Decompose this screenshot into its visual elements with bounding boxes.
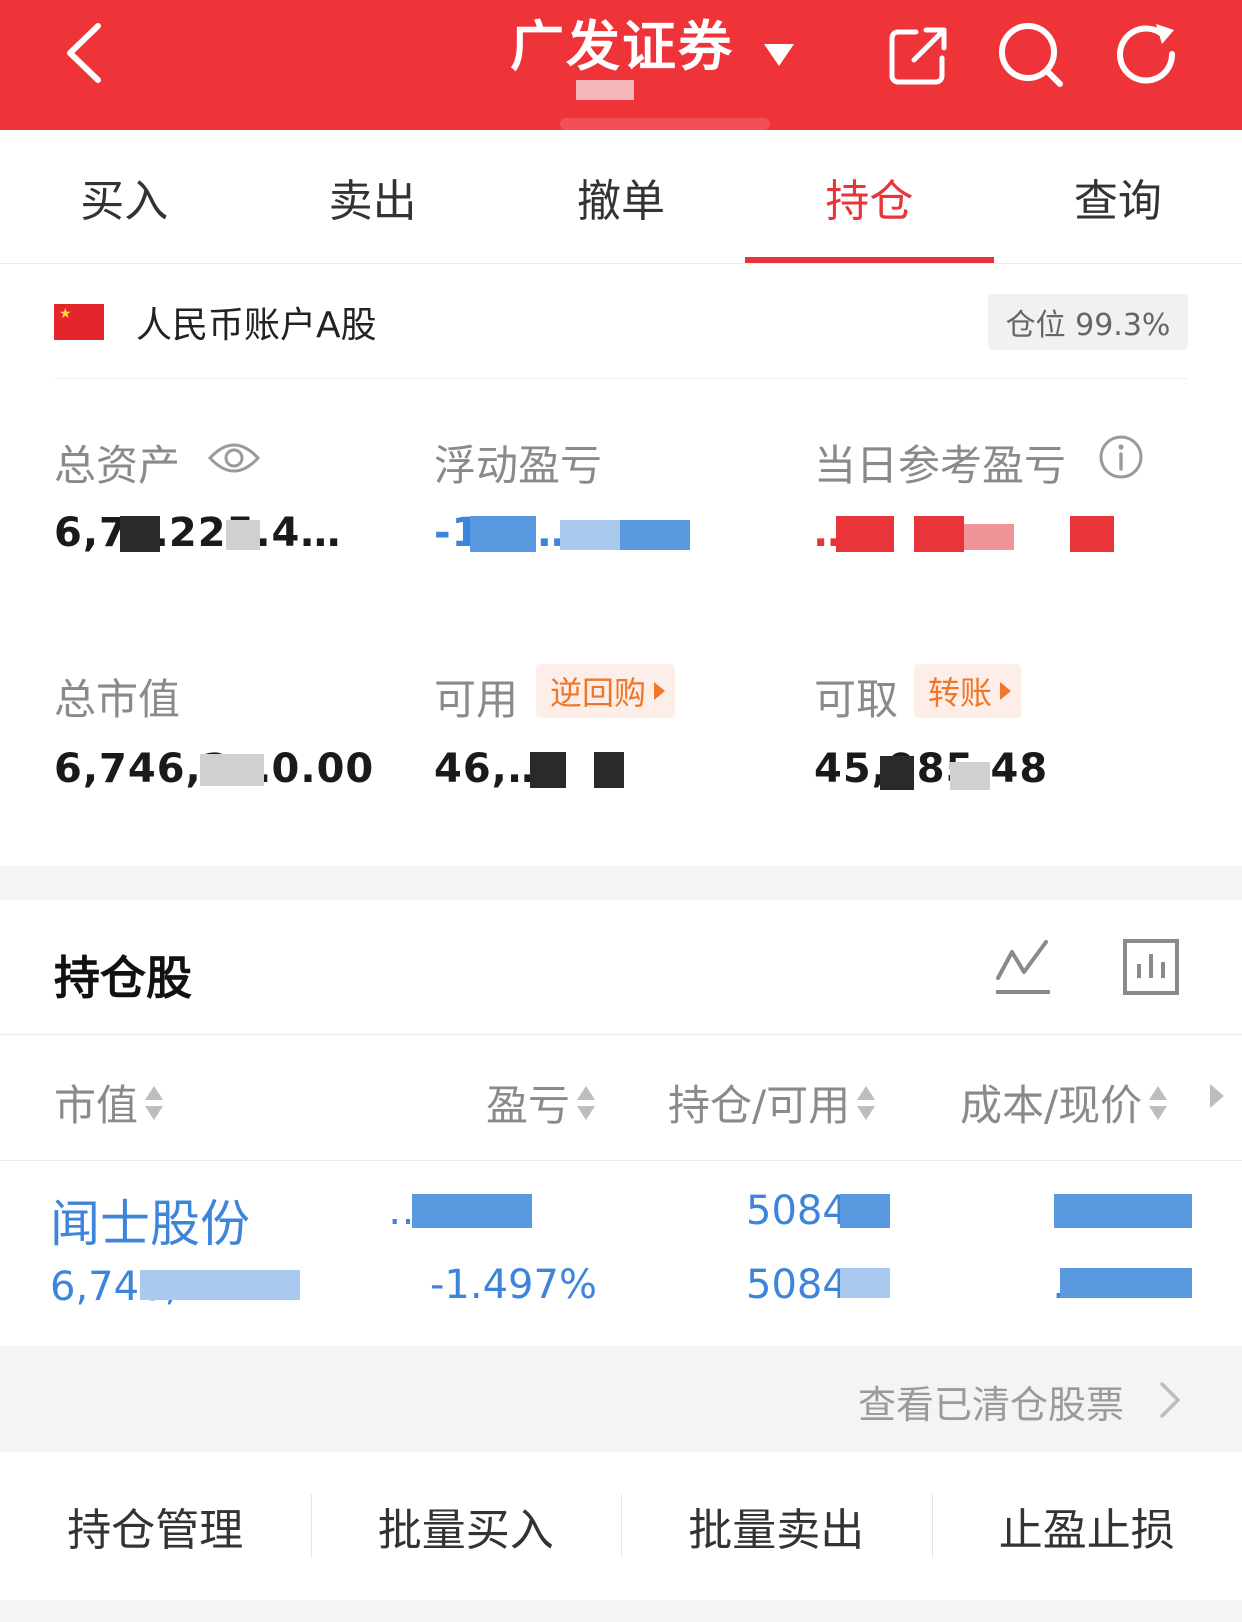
masked-digits — [840, 1194, 890, 1228]
total-assets-value: 6,7…225.4… — [54, 510, 342, 556]
holdings-title: 持仓股 — [54, 951, 192, 1005]
masked-digits — [880, 756, 914, 790]
bar-chart-icon[interactable] — [1122, 938, 1180, 996]
chevron-left-icon[interactable] — [56, 18, 126, 88]
position-management-button[interactable]: 持仓管理 — [0, 1452, 311, 1600]
account-subtitle-masked — [576, 80, 634, 100]
trade-tabs: 买入 卖出 撤单 持仓 查询 — [0, 130, 1242, 264]
take-profit-stop-loss-button[interactable]: 止盈止损 — [931, 1452, 1242, 1600]
bottom-action-bar: 持仓管理 批量买入 批量卖出 止盈止损 — [0, 1452, 1242, 1600]
transfer-label: 转账 — [928, 674, 993, 712]
sort-icon — [857, 1085, 876, 1120]
reverse-repo-label: 逆回购 — [550, 674, 647, 712]
masked-digits — [950, 762, 990, 790]
eye-icon[interactable] — [208, 438, 260, 478]
column-label: 市值 — [54, 1081, 139, 1130]
trend-icon[interactable] — [994, 938, 1052, 996]
masked-digits — [964, 524, 1014, 550]
china-flag-icon: ★ — [54, 304, 104, 340]
masked-digits — [1070, 516, 1114, 552]
column-label: 成本/现价 — [960, 1081, 1143, 1130]
transfer-button[interactable]: 转账 — [914, 664, 1022, 718]
available-label: 可用 — [434, 675, 519, 724]
tab-sell[interactable]: 卖出 — [248, 130, 496, 263]
masked-digits — [200, 754, 264, 786]
app-title: 广发证券 — [510, 15, 734, 78]
total-assets-label: 总资产 — [54, 441, 181, 490]
sort-icon — [1149, 1085, 1168, 1120]
divider — [54, 378, 1188, 379]
market-value-label: 总市值 — [54, 675, 181, 724]
withdrawable-label: 可取 — [814, 675, 899, 724]
batch-buy-button[interactable]: 批量买入 — [310, 1452, 622, 1600]
masked-digits — [914, 516, 964, 552]
batch-sell-button[interactable]: 批量卖出 — [621, 1452, 932, 1600]
triangle-right-icon — [1000, 682, 1012, 700]
reverse-repo-button[interactable]: 逆回购 — [536, 664, 676, 718]
column-label: 持仓/可用 — [668, 1081, 851, 1130]
tab-holdings[interactable]: 持仓 — [745, 130, 995, 263]
masked-digits — [140, 1270, 300, 1300]
scroll-right-icon[interactable] — [1210, 1084, 1224, 1108]
withdrawable-value: 45,985.48 — [814, 746, 1049, 792]
position-ratio-badge: 仓位 99.3% — [988, 294, 1188, 350]
chevron-right-icon[interactable] — [1156, 1380, 1182, 1420]
search-icon[interactable] — [996, 20, 1066, 90]
tab-cancel[interactable]: 撤单 — [497, 130, 745, 263]
tab-buy[interactable]: 买入 — [0, 130, 248, 263]
view-cleared-stocks-link[interactable]: 查看已清仓股票 — [858, 1374, 1124, 1429]
refresh-icon[interactable] — [1112, 20, 1182, 90]
tab-query[interactable]: 查询 — [994, 130, 1242, 263]
header-underline — [560, 118, 770, 130]
masked-digits — [120, 516, 160, 552]
broker-selector[interactable]: 广发证券 — [500, 0, 800, 130]
divider — [0, 1034, 1242, 1035]
masked-digits — [470, 516, 536, 552]
bottom-gap — [0, 1600, 1242, 1622]
masked-digits — [1054, 1194, 1192, 1228]
masked-digits — [840, 1268, 890, 1298]
column-label: 盈亏 — [486, 1081, 571, 1130]
stock-name: 闻士股份 — [50, 1195, 250, 1253]
masked-digits — [594, 752, 624, 788]
triangle-right-icon — [654, 682, 666, 700]
masked-digits — [226, 520, 260, 550]
masked-digits — [560, 520, 620, 550]
floating-pnl-label: 浮动盈亏 — [434, 441, 603, 490]
stock-pnl-pct: -1.497% — [430, 1262, 597, 1308]
column-market-value[interactable]: 市值 — [54, 1072, 164, 1133]
column-pnl[interactable]: 盈亏 — [486, 1072, 596, 1133]
section-gap — [0, 866, 1242, 900]
masked-digits — [620, 520, 690, 550]
masked-digits — [530, 752, 566, 788]
top-bar: 广发证券 — [0, 0, 1242, 130]
divider — [0, 1160, 1242, 1161]
column-position[interactable]: 持仓/可用 — [668, 1072, 876, 1133]
share-icon[interactable] — [886, 22, 952, 88]
masked-digits — [412, 1194, 532, 1228]
sort-icon — [145, 1085, 164, 1120]
info-icon[interactable] — [1098, 434, 1144, 480]
masked-digits — [836, 516, 894, 552]
masked-digits — [1060, 1268, 1192, 1298]
today-pnl-label: 当日参考盈亏 — [814, 441, 1067, 490]
sort-icon — [577, 1085, 596, 1120]
column-cost-price[interactable]: 成本/现价 — [960, 1072, 1168, 1133]
caret-down-icon — [764, 44, 794, 66]
account-name: 人民币账户A股 — [136, 305, 377, 346]
